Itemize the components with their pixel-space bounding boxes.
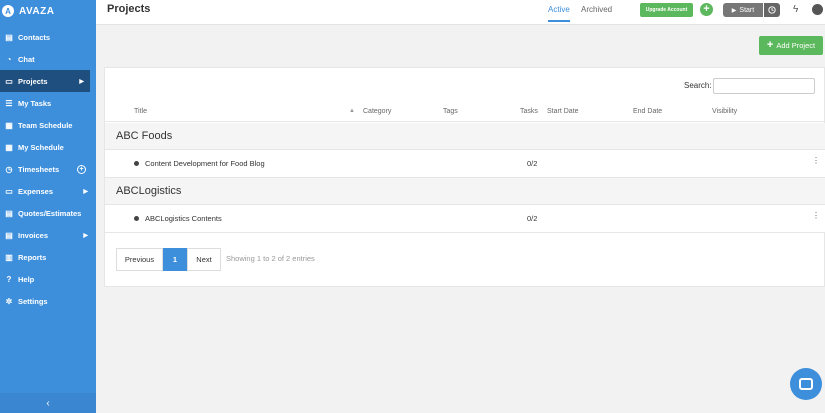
- upgrade-account-button[interactable]: Upgrade Account: [640, 3, 693, 17]
- column-header-category[interactable]: Category: [363, 108, 391, 115]
- sidebar-item-label: Help: [18, 274, 35, 284]
- avaza-logo-icon: A: [2, 5, 14, 17]
- chevron-right-icon: ▶: [83, 188, 88, 195]
- laptop-icon: ▭: [5, 186, 13, 196]
- sidebar: A AVAZA ▤ Contacts ◔ Chat ▭ Projects ▶ ☰…: [0, 0, 96, 413]
- stopwatch-icon: ◷: [5, 164, 13, 174]
- sidebar-item-my-tasks[interactable]: ☰ My Tasks: [0, 92, 96, 114]
- sort-asc-icon[interactable]: ▲: [349, 108, 355, 114]
- column-header-end-date[interactable]: End Date: [633, 108, 662, 115]
- sidebar-item-label: Team Schedule: [18, 120, 73, 130]
- add-project-button[interactable]: + Add Project: [759, 36, 823, 55]
- sidebar-nav: ▤ Contacts ◔ Chat ▭ Projects ▶ ☰ My Task…: [0, 26, 96, 312]
- gear-icon: ✲: [5, 296, 13, 306]
- sidebar-item-my-schedule[interactable]: ▦ My Schedule: [0, 136, 96, 158]
- sidebar-item-label: Expenses: [18, 186, 54, 196]
- sidebar-item-invoices[interactable]: ▤ Invoices ▶: [0, 224, 96, 246]
- more-options-icon[interactable]: ⋮: [812, 157, 820, 165]
- page-title: Projects: [107, 3, 151, 15]
- project-tasks-count: 0/2: [527, 214, 538, 223]
- chevron-left-icon: ‹: [46, 397, 50, 409]
- start-label: Start: [739, 6, 755, 14]
- column-header-tags[interactable]: Tags: [443, 108, 458, 115]
- projects-table-card: Search: Title ▲ Category Tags Tasks Star…: [104, 67, 825, 287]
- pagination-next-button[interactable]: Next: [187, 248, 221, 271]
- sidebar-item-chat[interactable]: ◔ Chat: [0, 48, 96, 70]
- sidebar-item-label: My Tasks: [18, 98, 52, 108]
- tasks-icon: ☰: [5, 98, 13, 108]
- sidebar-item-settings[interactable]: ✲ Settings: [0, 290, 96, 312]
- play-icon: ▶: [731, 7, 737, 14]
- lightning-icon[interactable]: ϟ: [793, 4, 798, 15]
- document-icon: ▤: [5, 208, 13, 218]
- project-tasks-count: 0/2: [527, 159, 538, 168]
- column-header-title[interactable]: Title: [134, 108, 147, 115]
- start-timer-button[interactable]: ▶ Start: [723, 3, 763, 17]
- plus-icon: +: [766, 39, 774, 51]
- sidebar-item-timesheets[interactable]: ◷ Timesheets +: [0, 158, 96, 180]
- folder-icon: ▭: [5, 76, 13, 86]
- quick-add-button[interactable]: +: [700, 3, 713, 16]
- add-timesheet-icon[interactable]: +: [77, 164, 86, 174]
- group-name: ABC Foods: [116, 130, 173, 142]
- live-chat-button[interactable]: [790, 368, 822, 400]
- table-header: Title ▲ Category Tags Tasks Start Date E…: [105, 104, 825, 122]
- table-row[interactable]: Content Development for Food Blog 0/2 ⋮: [105, 150, 825, 178]
- more-options-icon[interactable]: ⋮: [812, 212, 820, 220]
- sidebar-item-contacts[interactable]: ▤ Contacts: [0, 26, 96, 48]
- invoice-icon: ▤: [5, 230, 13, 240]
- column-header-tasks[interactable]: Tasks: [520, 108, 538, 115]
- sidebar-item-quotes-estimates[interactable]: ▤ Quotes/Estimates: [0, 202, 96, 224]
- search-label: Search:: [684, 81, 712, 90]
- sidebar-item-team-schedule[interactable]: ▦ Team Schedule: [0, 114, 96, 136]
- sidebar-item-label: Contacts: [18, 32, 51, 42]
- sidebar-item-expenses[interactable]: ▭ Expenses ▶: [0, 180, 96, 202]
- group-header: ABC Foods: [105, 123, 825, 150]
- add-project-label: Add Project: [776, 41, 816, 50]
- brand-name: AVAZA: [19, 5, 55, 17]
- chevron-right-icon: ▶: [83, 232, 88, 239]
- calendar-icon: ▦: [5, 142, 13, 152]
- sidebar-item-label: Timesheets: [18, 164, 60, 174]
- user-avatar-icon[interactable]: [812, 4, 823, 15]
- brand[interactable]: A AVAZA: [0, 0, 96, 22]
- sidebar-item-label: Projects: [18, 76, 48, 86]
- column-header-start-date[interactable]: Start Date: [547, 108, 579, 115]
- group-name: ABCLogistics: [116, 185, 182, 197]
- pagination-previous-button[interactable]: Previous: [116, 248, 163, 271]
- reports-icon: ▥: [5, 252, 13, 262]
- bullet-icon: [134, 161, 139, 166]
- column-header-visibility[interactable]: Visibility: [712, 108, 737, 115]
- chat-icon: ◔: [6, 54, 12, 64]
- sidebar-item-label: Reports: [18, 252, 47, 262]
- project-title-link[interactable]: Content Development for Food Blog: [145, 159, 265, 168]
- sidebar-item-label: Chat: [18, 54, 35, 64]
- chevron-right-icon: ▶: [79, 78, 84, 85]
- tab-active[interactable]: Active: [548, 5, 570, 22]
- top-bar: Projects Active Archived Upgrade Account…: [96, 0, 825, 25]
- sidebar-item-reports[interactable]: ▥ Reports: [0, 246, 96, 268]
- tab-archived[interactable]: Archived: [581, 5, 612, 20]
- contacts-icon: ▤: [5, 32, 13, 42]
- pagination-page-1[interactable]: 1: [163, 248, 187, 271]
- clock-icon: [768, 6, 776, 14]
- sidebar-item-projects[interactable]: ▭ Projects ▶: [0, 70, 90, 92]
- bullet-icon: [134, 216, 139, 221]
- chat-bubble-icon: [799, 378, 813, 390]
- sidebar-item-label: Quotes/Estimates: [18, 208, 82, 218]
- sidebar-item-label: Invoices: [18, 230, 49, 240]
- sidebar-item-label: My Schedule: [18, 142, 64, 152]
- help-icon: ?: [6, 274, 12, 284]
- plus-icon: +: [703, 3, 710, 15]
- sidebar-item-help[interactable]: ? Help: [0, 268, 96, 290]
- table-row[interactable]: ABCLogistics Contents 0/2 ⋮: [105, 205, 825, 233]
- sidebar-item-label: Settings: [18, 296, 48, 306]
- timer-clock-button[interactable]: [764, 3, 780, 17]
- project-title-link[interactable]: ABCLogistics Contents: [145, 214, 222, 223]
- collapse-sidebar-button[interactable]: ‹: [0, 393, 96, 413]
- group-header: ABCLogistics: [105, 178, 825, 205]
- entries-info: Showing 1 to 2 of 2 entries: [226, 254, 315, 263]
- team-schedule-icon: ▦: [5, 120, 13, 130]
- search-input[interactable]: [713, 78, 815, 94]
